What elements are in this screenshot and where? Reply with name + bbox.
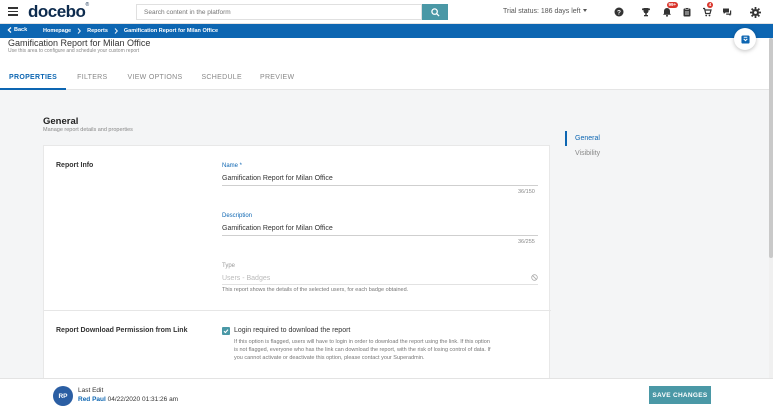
cart-badge: 4 [707, 2, 713, 8]
notifications-icon[interactable]: 99+ [661, 2, 678, 18]
breadcrumb-bar: Back Homepage Reports Gamification Repor… [0, 24, 773, 38]
scrollbar-thumb[interactable] [769, 38, 773, 258]
type-help: This report shows the details of the sel… [222, 287, 409, 293]
notification-badge: 99+ [667, 2, 678, 8]
search-box [136, 4, 422, 20]
name-underline [222, 185, 538, 186]
trial-status-text: Trial status: 186 days left [503, 8, 581, 15]
tab-view-options[interactable]: VIEW OPTIONS [117, 72, 192, 90]
tab-schedule[interactable]: SCHEDULE [191, 72, 251, 90]
description-input[interactable]: Gamification Report for Milan Office [222, 225, 333, 232]
disabled-icon [531, 274, 538, 281]
save-changes-button[interactable]: SAVE CHANGES [649, 386, 711, 404]
section-nav: General Visibility [565, 131, 600, 161]
menu-icon[interactable] [8, 7, 18, 16]
general-card: Report Info Name * Gamification Report f… [43, 145, 551, 385]
type-label: Type [222, 263, 236, 269]
back-label: Back [14, 27, 28, 33]
clipboard-icon[interactable] [681, 6, 693, 18]
logo-registered-mark: ® [85, 2, 89, 8]
page-subtitle: Use this area to configure and schedule … [8, 48, 140, 54]
last-edit-label: Last Edit [78, 387, 104, 394]
breadcrumb-reports[interactable]: Reports [87, 28, 108, 34]
docebo-logo[interactable]: docebo® [28, 2, 89, 22]
chat-icon[interactable] [721, 6, 733, 18]
login-required-checkbox[interactable] [222, 327, 230, 335]
login-required-label[interactable]: Login required to download the report [234, 327, 350, 334]
page-scrollbar[interactable] [769, 38, 773, 378]
download-permission-label: Report Download Permission from Link [56, 327, 188, 334]
chevron-left-icon [7, 27, 12, 33]
name-counter: 36/150 [518, 189, 535, 195]
section-nav-general[interactable]: General [565, 131, 600, 146]
floating-action-button[interactable] [734, 28, 756, 50]
chevron-right-icon [77, 27, 82, 34]
section-title: General [43, 116, 79, 127]
back-button[interactable]: Back [7, 27, 27, 33]
trial-status-dropdown[interactable]: Trial status: 186 days left [503, 8, 587, 15]
tab-properties[interactable]: PROPERTIES [0, 72, 67, 90]
description-underline [222, 235, 538, 236]
permission-help-3: you cannot activate or deactivate this o… [234, 355, 425, 361]
breadcrumb: Homepage Reports Gamification Report for… [43, 28, 218, 34]
check-icon [223, 329, 229, 334]
footer-bar: RP Last Edit Red Paul 04/22/2020 01:31:2… [0, 378, 773, 409]
breadcrumb-homepage[interactable]: Homepage [43, 28, 71, 34]
tab-bar: PROPERTIES FILTERS VIEW OPTIONS SCHEDULE… [0, 72, 303, 90]
logo-text: docebo [28, 2, 86, 21]
download-box-icon [740, 34, 750, 44]
gear-icon[interactable] [749, 6, 761, 18]
description-counter: 36/255 [518, 239, 535, 245]
page-header: Gamification Report for Milan Office Use… [0, 38, 773, 90]
last-edit-info: Red Paul 04/22/2020 01:31:26 am [78, 396, 178, 403]
page-title: Gamification Report for Milan Office [8, 38, 151, 48]
edit-timestamp: 04/22/2020 01:31:26 am [107, 396, 179, 403]
top-bar: docebo® Trial status: 186 days left ? 99… [0, 0, 773, 24]
avatar: RP [53, 386, 73, 406]
permission-help-1: If this option is flagged, users will ha… [234, 339, 490, 345]
chevron-right-icon [114, 27, 118, 34]
cart-icon[interactable]: 4 [701, 2, 713, 18]
section-nav-visibility[interactable]: Visibility [565, 146, 600, 161]
name-label: Name * [222, 163, 243, 169]
permission-help-2: is not flagged, everyone who has the lin… [234, 347, 491, 353]
editor-name[interactable]: Red Paul [78, 396, 106, 403]
description-label: Description [222, 213, 253, 219]
name-input[interactable]: Gamification Report for Milan Office [222, 175, 333, 182]
report-info-label: Report Info [56, 162, 94, 169]
trophy-icon[interactable] [640, 6, 652, 18]
chevron-down-icon [582, 9, 587, 12]
tab-preview[interactable]: PREVIEW [251, 72, 303, 90]
search-input[interactable] [137, 5, 421, 19]
help-icon[interactable]: ? [613, 6, 625, 18]
svg-text:?: ? [617, 9, 621, 16]
search-icon [430, 7, 440, 17]
type-underline [222, 284, 538, 285]
search-button[interactable] [422, 4, 448, 20]
breadcrumb-current: Gamification Report for Milan Office [123, 27, 219, 34]
tab-filters[interactable]: FILTERS [66, 72, 116, 90]
section-subtitle: Manage report details and properties [43, 127, 133, 133]
section-divider [44, 310, 551, 311]
type-select: Users - Badges [222, 275, 271, 282]
